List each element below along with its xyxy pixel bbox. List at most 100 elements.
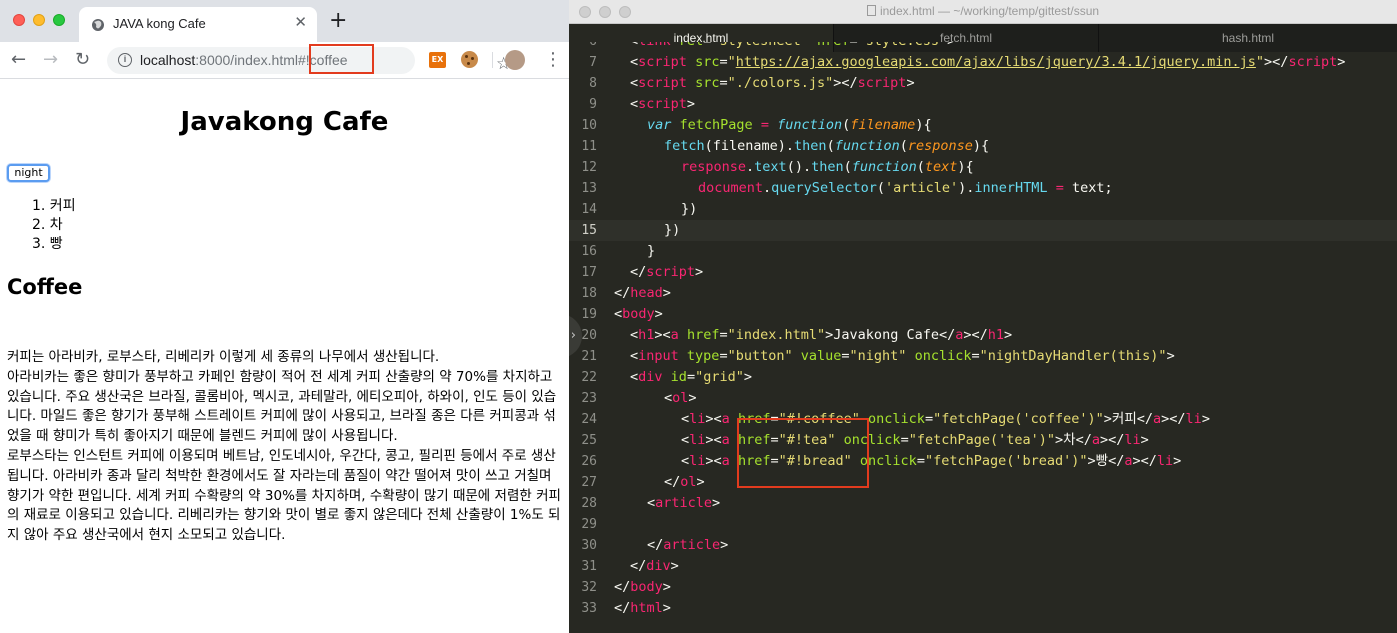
code-line-current: 15}) [569, 220, 1397, 241]
close-window-icon[interactable] [13, 14, 25, 26]
editor-titlebar: index.html — ~/working/temp/gittest/ssun [569, 0, 1397, 24]
page-title-link[interactable]: Javakong Cafe [0, 107, 569, 137]
line-number: 33 [581, 601, 597, 616]
line-number: 9 [589, 97, 597, 112]
code-line: 13 document.querySelector('article').inne… [569, 178, 1397, 199]
code-line: 25 <li><a href="#!tea" onclick="fetchPage… [569, 430, 1397, 451]
extension-icon[interactable]: EX [429, 52, 446, 68]
line-number: 24 [581, 412, 597, 427]
function-name: fetchPage [679, 117, 753, 133]
line-number: 22 [581, 370, 597, 385]
file-icon [866, 5, 876, 16]
back-icon[interactable]: ← [11, 48, 26, 72]
code-string: "nightDayHandler(this)" [979, 348, 1167, 364]
code-string: "grid" [695, 369, 744, 385]
code-line: 12 response.text().then(function(text){ [569, 157, 1397, 178]
maximize-window-icon[interactable] [53, 14, 65, 26]
line-number: 32 [581, 580, 597, 595]
line-number: 27 [581, 475, 597, 490]
code-line: 9 <script> [569, 94, 1397, 115]
code-line: 8 <script src="./colors.js"></script> [569, 73, 1397, 94]
code-line: 21 <input type="button" value="night" onc… [569, 346, 1397, 367]
article-body: 커피는 아라비카, 로부스타, 리베리카 이렇게 세 종류의 나무에서 생산됩니… [7, 348, 565, 546]
code-line: 7 <script src="https://ajax.googleapis.co… [569, 52, 1397, 73]
tab-title: JAVA kong Cafe [113, 16, 206, 31]
code-string: "fetchPage('bread')" [924, 453, 1088, 469]
href-highlight-box [737, 418, 869, 488]
line-number: 29 [581, 517, 597, 532]
code-string: "index.html" [727, 327, 826, 343]
nav-item-coffee[interactable]: 1. 커피 [32, 197, 76, 216]
browser-window: JAVA kong Cafe ✕ + ← → ↻ i localhost:800… [0, 0, 569, 633]
code-text: 빵 [1095, 453, 1109, 469]
code-line: 24 <li><a href="#!coffee" onclick="fetchP… [569, 409, 1397, 430]
editor-window-title: index.html — ~/working/temp/gittest/ssun [569, 4, 1397, 18]
line-number: 25 [581, 433, 597, 448]
forward-icon[interactable]: → [43, 48, 58, 72]
code-area[interactable]: 6<link rel="stylesheet" href="style.css"… [569, 42, 1397, 619]
article-paragraph: 커피는 아라비카, 로부스타, 리베리카 이렇게 세 종류의 나무에서 생산됩니… [7, 349, 440, 365]
code-line: 33 </html> [569, 598, 1397, 619]
line-number: 6 [569, 42, 597, 52]
code-line: 18 </head> [569, 283, 1397, 304]
code-line: 19 <body> [569, 304, 1397, 325]
code-line: 26 <li><a href="#!bread" onclick="fetchPa… [569, 451, 1397, 472]
url-host: localhost [140, 52, 196, 68]
code-line: 20 <h1><a href="index.html">Javakong Cafe… [569, 325, 1397, 346]
line-number: 31 [581, 559, 597, 574]
profile-avatar[interactable] [505, 50, 525, 70]
code-line: 17 </script> [569, 262, 1397, 283]
line-number: 15 [581, 223, 597, 238]
tab-strip: JAVA kong Cafe ✕ + [0, 0, 569, 42]
code-line: 28 <article> [569, 493, 1397, 514]
code-line: 10 var fetchPage = function(filename){ [569, 115, 1397, 136]
line-number: 14 [581, 202, 597, 217]
line-number: 8 [589, 76, 597, 91]
code-string: "fetchPage('coffee')" [933, 411, 1104, 427]
globe-icon [92, 19, 104, 31]
code-line: 16} [569, 241, 1397, 262]
line-number: 16 [581, 244, 597, 259]
nav-item-bread[interactable]: 3. 빵 [32, 235, 76, 254]
editor-window-title-text: index.html — ~/working/temp/gittest/ssun [879, 4, 1100, 18]
code-text: Javakong Cafe [833, 327, 939, 343]
code-string: "button" [727, 348, 793, 364]
more-menu-icon[interactable]: ⋮ [544, 50, 562, 70]
info-icon[interactable]: i [118, 53, 132, 67]
url-hash-highlight-box [309, 44, 374, 74]
article-paragraph: 로부스타는 인스턴트 커피에 이용되며 베트남, 인도네시아, 우간다, 콩고,… [7, 447, 561, 544]
cookie-extension-icon[interactable] [461, 51, 478, 68]
line-number: 30 [581, 538, 597, 553]
minimize-window-icon[interactable] [33, 14, 45, 26]
tab-close-icon[interactable]: ✕ [294, 13, 307, 31]
code-line: 11 fetch(filename).then(function(response… [569, 136, 1397, 157]
line-number: 7 [589, 55, 597, 70]
code-line: 27 </ol> [569, 472, 1397, 493]
code-text: 차 [1063, 432, 1076, 448]
nav-list: 1. 커피 2. 차 3. 빵 [32, 197, 76, 254]
code-line: 31 </div> [569, 556, 1397, 577]
line-number: 23 [581, 391, 597, 406]
code-line: 6<link rel="stylesheet" href="style.css"… [569, 42, 1397, 52]
article-title: Coffee [7, 275, 83, 299]
reload-icon[interactable]: ↻ [75, 48, 90, 72]
line-number: 12 [581, 160, 597, 175]
line-number: 18 [581, 286, 597, 301]
line-number: 13 [581, 181, 597, 196]
code-text: 커피 [1111, 411, 1137, 427]
line-number: 10 [581, 118, 597, 133]
line-number: 26 [581, 454, 597, 469]
code-line: 32 </body> [569, 577, 1397, 598]
nav-item-tea[interactable]: 2. 차 [32, 216, 76, 235]
browser-toolbar: ← → ↻ i localhost:8000/index.html#!coffe… [0, 42, 569, 79]
code-string: "night" [849, 348, 907, 364]
jquery-url-link[interactable]: https://ajax.googleapis.com/ajax/libs/jq… [736, 54, 1256, 70]
article-paragraph: 아라비카는 좋은 향미가 풍부하고 카페인 함량이 적어 전 세계 커피 산출량… [7, 368, 557, 445]
url-path: :8000/index.html [195, 52, 298, 68]
browser-tab[interactable]: JAVA kong Cafe ✕ [79, 7, 317, 42]
night-button[interactable]: night [7, 164, 50, 182]
new-tab-icon[interactable]: + [329, 10, 347, 32]
line-number: 11 [581, 139, 597, 154]
code-editor-window: index.html — ~/working/temp/gittest/ssun… [569, 0, 1397, 633]
code-line: 22 <div id="grid"> [569, 367, 1397, 388]
